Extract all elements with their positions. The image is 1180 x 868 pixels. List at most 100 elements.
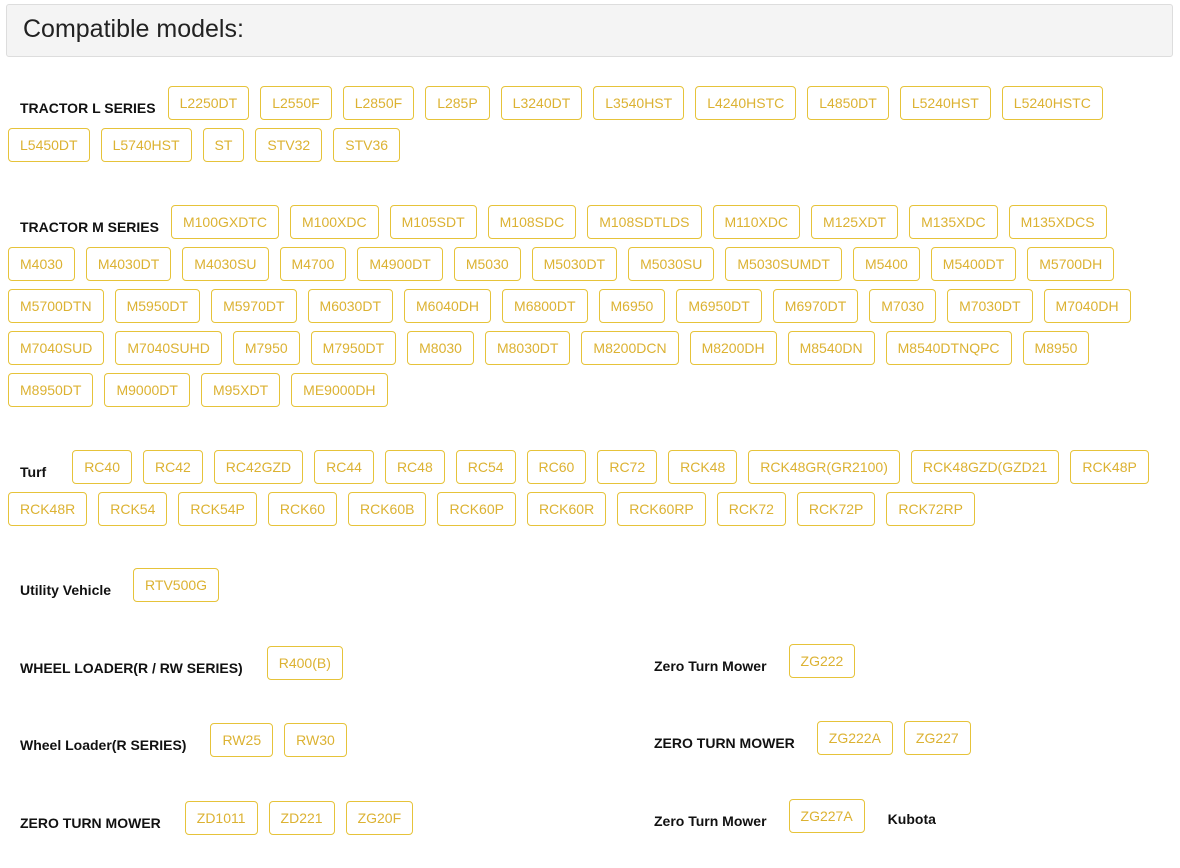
model-chip[interactable]: RTV500G bbox=[133, 568, 220, 602]
model-chip[interactable]: L2250DT bbox=[167, 86, 250, 120]
model-chip[interactable]: L3540HST bbox=[593, 86, 685, 120]
model-chip[interactable]: RCK60B bbox=[348, 492, 427, 526]
model-chip[interactable]: L2550F bbox=[260, 86, 332, 120]
model-chip[interactable]: RCK54 bbox=[98, 492, 168, 526]
model-chip[interactable]: L5240HST bbox=[899, 86, 991, 120]
model-chip[interactable]: M125XDT bbox=[811, 205, 899, 239]
model-chip[interactable]: M7030 bbox=[869, 289, 937, 323]
model-chip[interactable]: STV32 bbox=[255, 128, 323, 162]
model-chip[interactable]: M7040DH bbox=[1043, 289, 1131, 323]
model-chip[interactable]: M108SDC bbox=[487, 205, 577, 239]
model-chip[interactable]: M100XDC bbox=[290, 205, 379, 239]
model-chip[interactable]: M8540DN bbox=[787, 331, 875, 365]
model-chip[interactable]: M7950DT bbox=[310, 331, 397, 365]
model-chip[interactable]: M6800DT bbox=[502, 289, 588, 323]
model-chip[interactable]: RCK48R bbox=[8, 492, 88, 526]
model-chip[interactable]: M6950 bbox=[598, 289, 666, 323]
model-chip[interactable]: RC42GZD bbox=[213, 450, 304, 484]
model-chip[interactable]: M5400 bbox=[852, 247, 920, 281]
model-chip[interactable]: M5950DT bbox=[114, 289, 201, 323]
model-chip[interactable]: ZG20F bbox=[345, 801, 414, 835]
model-chip[interactable]: M135XDCS bbox=[1008, 205, 1107, 239]
model-chip[interactable]: M6950DT bbox=[676, 289, 762, 323]
model-chip[interactable]: L4240HSTC bbox=[695, 86, 797, 120]
model-chip[interactable]: M9000DT bbox=[104, 373, 190, 407]
model-chip[interactable]: RCK48GR(GR2100) bbox=[748, 450, 900, 484]
model-chip[interactable]: M6970DT bbox=[772, 289, 859, 323]
model-chip[interactable]: M4030DT bbox=[85, 247, 172, 281]
section-label: TRACTOR L SERIES bbox=[20, 100, 156, 116]
model-chip[interactable]: M4030 bbox=[8, 247, 75, 281]
model-chip[interactable]: M4900DT bbox=[357, 247, 443, 281]
model-chip[interactable]: M105SDT bbox=[389, 205, 477, 239]
model-chip[interactable]: M95XDT bbox=[200, 373, 281, 407]
model-chip[interactable]: RC44 bbox=[314, 450, 374, 484]
model-chip[interactable]: RCK60P bbox=[437, 492, 516, 526]
model-chip[interactable]: RCK72P bbox=[796, 492, 876, 526]
model-chip[interactable]: M8540DTNQPC bbox=[885, 331, 1012, 365]
model-chip[interactable]: RCK60 bbox=[267, 492, 337, 526]
model-chip[interactable]: RCK48P bbox=[1070, 450, 1149, 484]
model-chip[interactable]: RC40 bbox=[72, 450, 132, 484]
model-chip[interactable]: M8950DT bbox=[8, 373, 94, 407]
model-chip[interactable]: RCK48 bbox=[668, 450, 738, 484]
model-chip[interactable]: RC48 bbox=[384, 450, 445, 484]
model-chip[interactable]: RCK72 bbox=[716, 492, 786, 526]
model-chip[interactable]: RC72 bbox=[597, 450, 658, 484]
model-chip[interactable]: ZG227A bbox=[788, 799, 865, 833]
model-chip[interactable]: M4030SU bbox=[182, 247, 269, 281]
model-chip[interactable]: M7950 bbox=[232, 331, 300, 365]
model-chip[interactable]: M100GXDTC bbox=[170, 205, 280, 239]
model-chip[interactable]: M6040DH bbox=[404, 289, 492, 323]
model-chip[interactable]: ME9000DH bbox=[291, 373, 388, 407]
model-chip[interactable]: L285P bbox=[425, 86, 490, 120]
model-chip[interactable]: RC54 bbox=[455, 450, 516, 484]
model-chip[interactable]: L4850DT bbox=[807, 86, 889, 120]
model-chip[interactable]: RC42 bbox=[142, 450, 203, 484]
model-chip[interactable]: M8030 bbox=[407, 331, 474, 365]
model-chip[interactable]: M110XDC bbox=[712, 205, 801, 239]
section-label: ZERO TURN MOWER bbox=[20, 815, 161, 831]
model-chip[interactable]: ST bbox=[202, 128, 245, 162]
model-chip[interactable]: RCK60R bbox=[526, 492, 607, 526]
model-chip[interactable]: M7040SUHD bbox=[115, 331, 222, 365]
model-chip[interactable]: RW25 bbox=[210, 723, 274, 757]
model-chip[interactable]: RCK54P bbox=[178, 492, 257, 526]
model-chip[interactable]: M7030DT bbox=[947, 289, 1033, 323]
model-chip[interactable]: M135XDC bbox=[909, 205, 998, 239]
model-chip[interactable]: RW30 bbox=[284, 723, 347, 757]
model-chip[interactable]: M108SDTLDS bbox=[587, 205, 702, 239]
model-chip[interactable]: ZG227 bbox=[903, 721, 971, 755]
model-chip[interactable]: M5030 bbox=[453, 247, 521, 281]
model-chip[interactable]: STV36 bbox=[333, 128, 401, 162]
model-chip[interactable]: M8200DH bbox=[689, 331, 777, 365]
model-chip[interactable]: L5450DT bbox=[8, 128, 90, 162]
model-chip[interactable]: L5740HST bbox=[100, 128, 192, 162]
model-chip[interactable]: R400(B) bbox=[266, 646, 343, 680]
model-chip[interactable]: RCK72RP bbox=[886, 492, 975, 526]
model-chip[interactable]: M5970DT bbox=[211, 289, 297, 323]
chip-list: Utility Vehicle RTV500G bbox=[8, 564, 608, 606]
model-chip[interactable]: L2850F bbox=[342, 86, 415, 120]
model-chip[interactable]: RCK60RP bbox=[617, 492, 706, 526]
model-chip[interactable]: M5030DT bbox=[531, 247, 618, 281]
model-chip[interactable]: RCK48GZD(GZD21 bbox=[910, 450, 1060, 484]
model-chip[interactable]: M8950 bbox=[1022, 331, 1090, 365]
model-chip[interactable]: M4700 bbox=[279, 247, 347, 281]
model-chip[interactable]: M5400DT bbox=[930, 247, 1017, 281]
model-chip[interactable]: M7040SUD bbox=[8, 331, 105, 365]
model-chip[interactable]: M5030SU bbox=[628, 247, 715, 281]
model-chip[interactable]: M5700DTN bbox=[8, 289, 104, 323]
model-chip[interactable]: ZG222A bbox=[816, 721, 893, 755]
model-chip[interactable]: RC60 bbox=[526, 450, 587, 484]
model-chip[interactable]: L5240HSTC bbox=[1001, 86, 1103, 120]
model-chip[interactable]: ZG222 bbox=[788, 644, 856, 678]
model-chip[interactable]: ZD1011 bbox=[184, 801, 258, 835]
model-chip[interactable]: ZD221 bbox=[268, 801, 335, 835]
model-chip[interactable]: M8200DCN bbox=[581, 331, 679, 365]
model-chip[interactable]: M6030DT bbox=[307, 289, 393, 323]
model-chip[interactable]: L3240DT bbox=[500, 86, 583, 120]
model-chip[interactable]: M5030SUMDT bbox=[725, 247, 842, 281]
model-chip[interactable]: M8030DT bbox=[484, 331, 571, 365]
model-chip[interactable]: M5700DH bbox=[1027, 247, 1115, 281]
